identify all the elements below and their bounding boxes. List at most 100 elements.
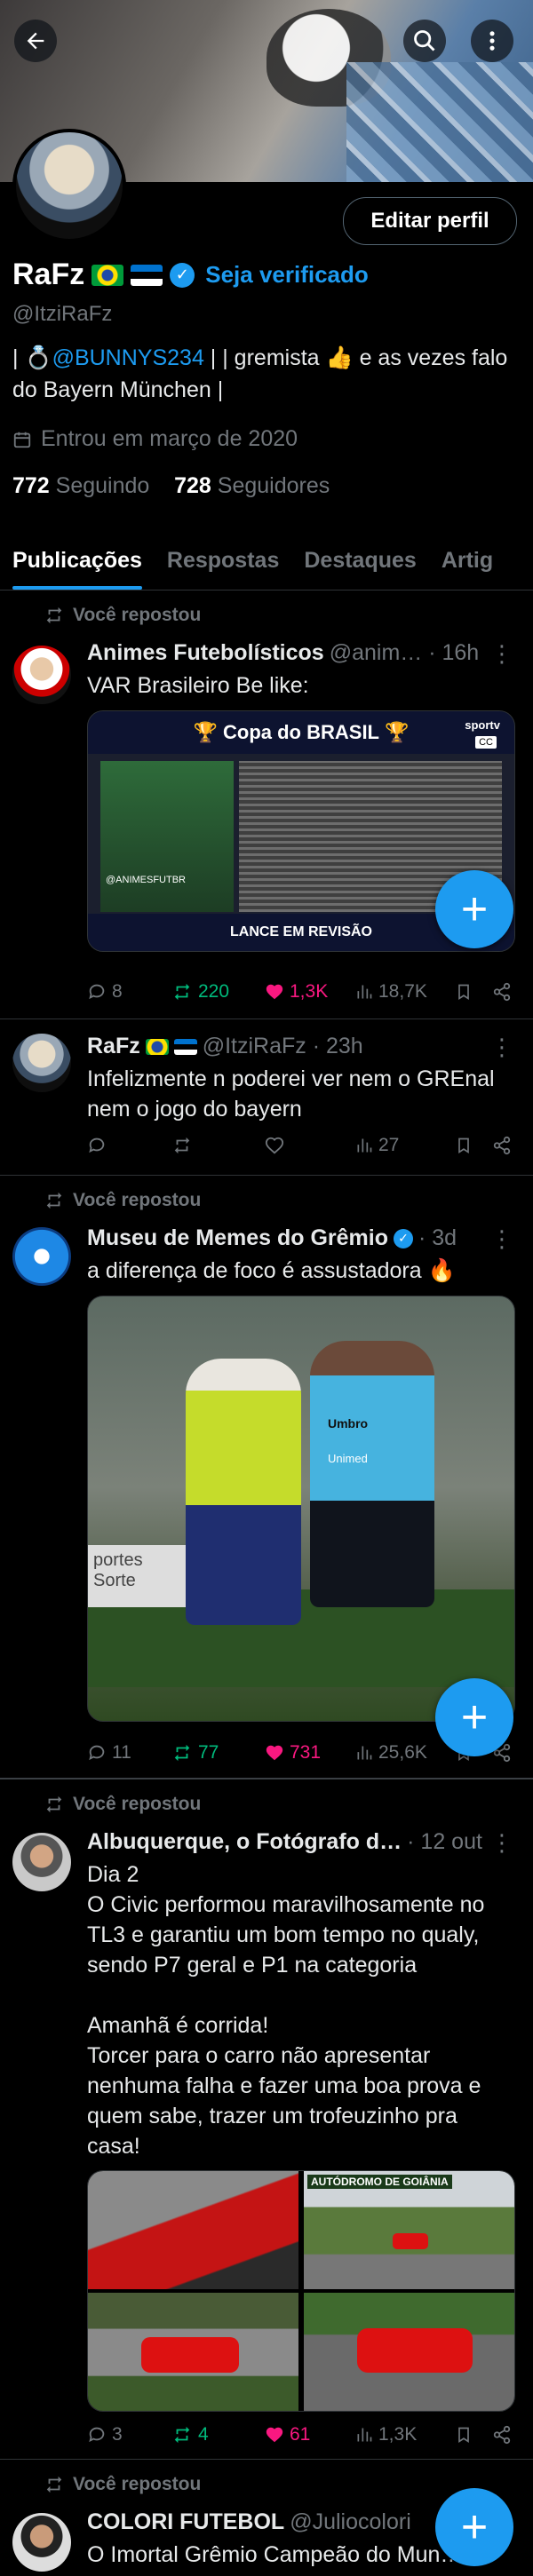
author-meta: · 3d <box>418 1225 457 1250</box>
compose-fab-button[interactable]: + <box>435 2488 513 2566</box>
back-button[interactable] <box>14 20 57 62</box>
tab-replies[interactable]: Respostas <box>155 531 291 590</box>
repost-count: 77 <box>198 1742 219 1763</box>
views-chart-icon <box>357 985 372 999</box>
heart-filled-icon <box>266 984 283 1000</box>
following-link[interactable]: 772 Seguindo <box>12 473 149 498</box>
edit-profile-button[interactable]: Editar perfil <box>343 197 517 245</box>
repost-button[interactable]: 220 <box>171 981 265 1003</box>
author-name[interactable]: Museu de Memes do Grêmio <box>87 1225 388 1251</box>
gallery-photo-1[interactable] <box>88 2171 298 2289</box>
views-button[interactable]: 1,3K <box>355 2424 455 2445</box>
view-count: 27 <box>378 1135 400 1155</box>
avatar[interactable] <box>12 1227 71 1286</box>
avatar[interactable] <box>12 1034 71 1092</box>
repost-button[interactable]: 4 <box>171 2424 265 2445</box>
profile-name-row: RaFz ✓ Seja verificado <box>12 258 369 292</box>
reply-button[interactable] <box>87 1136 171 1155</box>
captions-icon[interactable]: CC <box>475 736 497 749</box>
repost-button[interactable] <box>171 1136 265 1155</box>
views-chart-icon <box>357 2428 372 2442</box>
views-button[interactable]: 18,7K <box>355 981 455 1003</box>
bookmark-button[interactable] <box>455 2425 492 2445</box>
avatar[interactable] <box>12 646 71 704</box>
author-meta: · 12 out <box>407 1829 482 1854</box>
reply-count: 11 <box>112 1742 131 1763</box>
more-options-button[interactable] <box>471 20 513 62</box>
gallery-photo-2[interactable]: AUTÓDROMO DE GOIÂNIA <box>304 2171 514 2289</box>
tab-articles[interactable]: Artig <box>429 531 505 590</box>
tab-highlights[interactable]: Destaques <box>291 531 428 590</box>
avatar[interactable] <box>12 1833 71 1891</box>
like-button[interactable]: 1,3K <box>265 981 355 1003</box>
profile-avatar[interactable] <box>12 129 126 242</box>
author-name[interactable]: Animes Futebolísticos <box>87 640 324 666</box>
share-button[interactable] <box>492 2425 512 2445</box>
post-item[interactable]: RaFz @ItziRaFz · 23h ⋮ Infelizmente n po… <box>0 1019 533 1176</box>
post-more-icon[interactable]: ⋮ <box>490 1034 513 1061</box>
repost-indicator: Você repostou <box>44 2474 201 2495</box>
reply-button[interactable]: 8 <box>87 981 171 1003</box>
display-name: RaFz <box>12 258 85 291</box>
views-chart-icon <box>357 1138 372 1153</box>
author-meta: @anim… · 16h <box>329 640 480 665</box>
like-button[interactable]: 731 <box>265 1742 355 1764</box>
following-label: Seguindo <box>55 473 150 498</box>
channel-logo: sportv <box>465 718 500 732</box>
post-media-gallery[interactable]: AUTÓDROMO DE GOIÂNIA <box>87 2170 515 2412</box>
followers-link[interactable]: 728 Seguidores <box>174 473 330 498</box>
compose-fab-button[interactable]: + <box>435 870 513 948</box>
like-button[interactable] <box>265 1136 355 1155</box>
view-count: 1,3K <box>378 2424 418 2445</box>
gallery-photo-3[interactable] <box>88 2293 298 2411</box>
author-name[interactable]: COLORI FUTEBOL <box>87 2509 284 2535</box>
tab-posts[interactable]: Publicações <box>0 531 155 590</box>
bookmark-button[interactable] <box>455 1136 492 1155</box>
compose-fab-button[interactable]: + <box>435 1678 513 1756</box>
post-more-icon[interactable]: ⋮ <box>490 1225 513 1253</box>
reply-icon <box>89 1745 105 1761</box>
reply-count: 3 <box>112 2424 123 2445</box>
repost-icon <box>174 1137 190 1154</box>
avatar[interactable] <box>12 2513 71 2572</box>
trophy-icon: 🏆 <box>193 721 218 743</box>
reply-button[interactable]: 11 <box>87 1742 171 1764</box>
shirt-sponsor: Unimed <box>328 1452 368 1465</box>
get-verified-link[interactable]: Seja verificado <box>205 261 369 289</box>
post-more-icon[interactable]: ⋮ <box>490 1829 513 1857</box>
reply-icon <box>89 984 105 1000</box>
views-button[interactable]: 25,6K <box>355 1742 455 1764</box>
post-item[interactable]: Você repostou Albuquerque, o Fotógrafo d… <box>0 1779 533 2460</box>
bio-mention-link[interactable]: @BUNNYS234 <box>52 345 204 370</box>
repost-indicator: Você repostou <box>44 1794 201 1815</box>
bookmark-button[interactable] <box>455 982 492 1002</box>
repost-indicator: Você repostou <box>44 1190 201 1211</box>
share-button[interactable] <box>492 982 512 1002</box>
repost-icon <box>46 1192 62 1209</box>
post-header: Animes Futebolísticos @anim… · 16h <box>87 640 479 666</box>
repost-icon <box>174 2426 190 2444</box>
heart-outline-icon <box>265 1137 284 1154</box>
profile-handle: @ItziRaFz <box>12 302 113 326</box>
reply-count: 8 <box>112 981 123 1002</box>
post-header: Museu de Memes do Grêmio ✓ · 3d <box>87 1225 457 1251</box>
reply-icon <box>89 2427 105 2443</box>
repost-button[interactable]: 77 <box>171 1742 265 1764</box>
views-button[interactable]: 27 <box>355 1135 455 1156</box>
author-name[interactable]: Albuquerque, o Fotógrafo d… <box>87 1829 402 1855</box>
post-text: VAR Brasileiro Be like: <box>87 673 309 698</box>
post-item[interactable]: Você repostou Animes Futebolísticos @ani… <box>0 590 533 1019</box>
repost-icon <box>174 1744 190 1762</box>
share-button[interactable] <box>492 1136 512 1155</box>
search-button[interactable] <box>403 20 446 62</box>
estonia-flag-icon <box>131 264 163 286</box>
gallery-photo-4[interactable] <box>304 2293 514 2411</box>
joined-text: Entrou em março de 2020 <box>41 426 298 451</box>
reply-button[interactable]: 3 <box>87 2424 171 2445</box>
post-more-icon[interactable]: ⋮ <box>490 640 513 668</box>
post-media-photo[interactable]: portes Sorte Umbro Unimed <box>87 1296 515 1722</box>
like-button[interactable]: 61 <box>265 2424 355 2445</box>
verified-badge-icon: ✓ <box>170 262 195 288</box>
repost-label: Você repostou <box>73 1794 202 1814</box>
author-name[interactable]: RaFz <box>87 1034 140 1059</box>
